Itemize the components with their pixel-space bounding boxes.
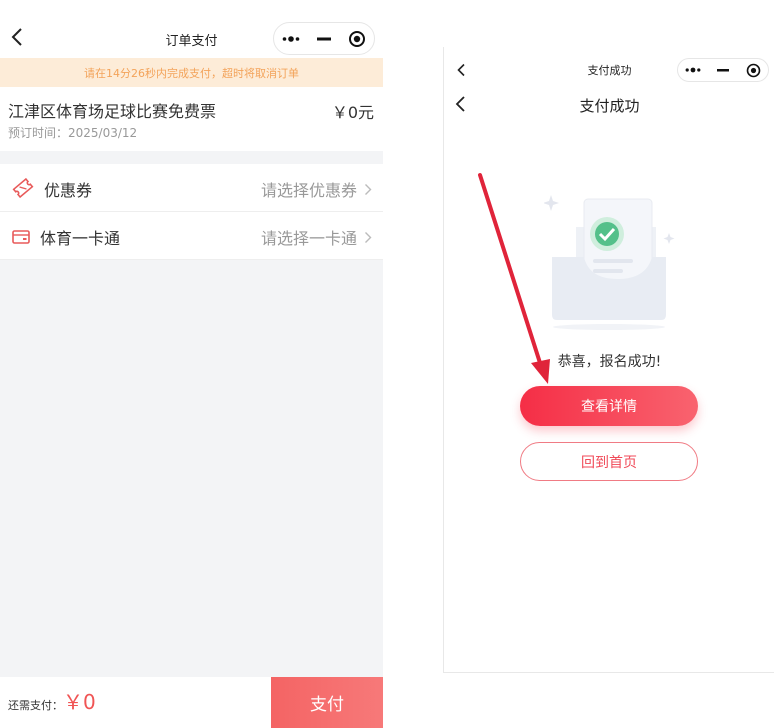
coupon-label: 优惠券: [44, 181, 93, 200]
mini-program-capsule: [677, 58, 769, 82]
order-price: ￥0元: [331, 103, 374, 122]
payment-success-screen: 支付成功 支付成功 恭喜，报名成功! 查看详情 回到首页: [443, 47, 774, 673]
order-time: 预订时间：2025/03/12: [8, 126, 138, 140]
more-button[interactable]: [275, 23, 307, 54]
chevron-right-icon: [364, 229, 372, 248]
close-mini-program-button[interactable]: [341, 23, 373, 54]
sports-card-value: 请选择一卡通: [260, 229, 357, 248]
order-payment-screen: 订单支付 请在14分26秒内完成支付，超时将取消订单 江津区体育场足球比赛免费票…: [0, 0, 383, 728]
sports-card-row[interactable]: 体育一卡通 请选择一卡通: [0, 212, 383, 260]
card-icon: [12, 229, 30, 248]
more-dots-icon: [282, 35, 299, 42]
amount-due-value: ￥0: [63, 690, 96, 714]
close-mini-program-button[interactable]: [739, 59, 767, 81]
view-details-button[interactable]: 查看详情: [520, 386, 698, 426]
amount-due-label: 还需支付：: [8, 699, 63, 712]
back-home-button[interactable]: 回到首页: [520, 442, 698, 481]
order-name: 江津区体育场足球比赛免费票: [8, 102, 217, 121]
more-dots-icon: [685, 67, 701, 73]
minus-icon: [717, 68, 729, 71]
minimize-button[interactable]: [709, 59, 737, 81]
sports-card-label: 体育一卡通: [40, 229, 121, 248]
target-circle-icon: [746, 63, 760, 77]
coupon-value: 请选择优惠券: [260, 181, 357, 200]
pay-button[interactable]: 支付: [271, 677, 383, 728]
ticket-icon: [12, 177, 34, 202]
success-message: 恭喜，报名成功!: [557, 354, 662, 370]
order-card: 江津区体育场足球比赛免费票 ￥0元 预订时间：2025/03/12: [0, 87, 383, 151]
countdown-banner: 请在14分26秒内完成支付，超时将取消订单: [0, 58, 383, 87]
more-button[interactable]: [679, 59, 707, 81]
chevron-right-icon: [364, 181, 372, 200]
mini-program-capsule: [273, 22, 375, 55]
success-document-icon: [543, 187, 679, 336]
minus-icon: [316, 37, 331, 40]
page-title: 支付成功: [579, 97, 640, 115]
nav-bar: 订单支付: [0, 0, 383, 58]
coupon-row[interactable]: 优惠券 请选择优惠券: [0, 164, 383, 212]
minimize-button[interactable]: [308, 23, 340, 54]
target-circle-icon: [349, 30, 366, 47]
payment-bar: 还需支付： ￥0 支付: [0, 677, 383, 728]
